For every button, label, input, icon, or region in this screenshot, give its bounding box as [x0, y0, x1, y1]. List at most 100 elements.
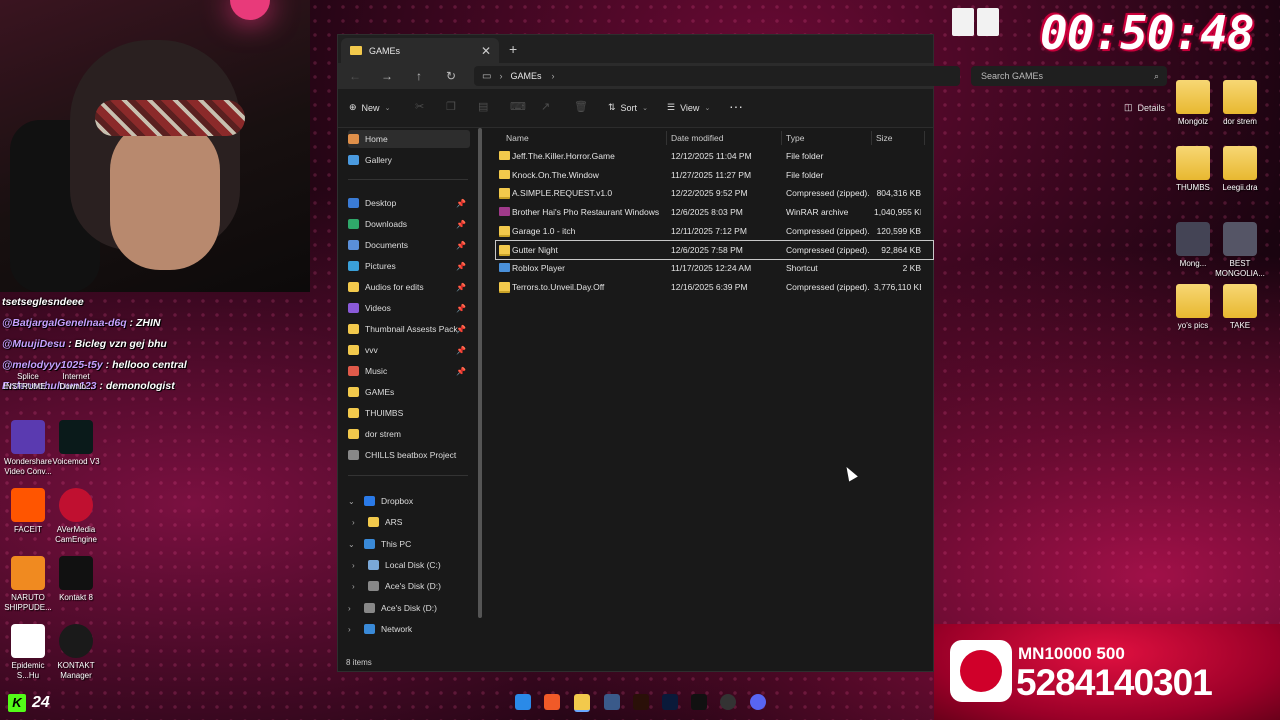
chevron-right-icon[interactable]: ›	[352, 518, 362, 527]
delete-icon[interactable]: 🗑	[574, 100, 588, 113]
back-arrow-icon[interactable]: ←	[347, 69, 363, 83]
file-row[interactable]: A.SIMPLE.REQUEST.v1.0 12/22/2025 9:52 PM C…	[496, 184, 933, 202]
pin-icon: 📌	[456, 345, 466, 355]
chevron-right-icon[interactable]: ›	[348, 604, 358, 613]
sidebar-item-gallery[interactable]: Gallery	[348, 151, 470, 169]
column-header-date[interactable]: Date modified	[671, 131, 723, 145]
sidebar-scrollbar[interactable]	[478, 128, 482, 618]
sidebar-item-label: Ace's Disk (D:)	[381, 603, 437, 613]
copy-icon[interactable]: ❐	[446, 100, 456, 113]
tab-games[interactable]: GAMEs ✕	[341, 38, 499, 63]
sidebar-item-pictures[interactable]: Pictures 📌	[348, 257, 470, 275]
sidebar-item-games[interactable]: GAMEs	[348, 383, 470, 401]
column-divider[interactable]	[781, 131, 782, 145]
chevron-right-icon: ›	[499, 71, 503, 81]
sidebar-item-network[interactable]: › Network	[348, 620, 470, 638]
column-header-size[interactable]: Size	[876, 131, 893, 145]
sidebar-item-documents[interactable]: Documents 📌	[348, 236, 470, 254]
sidebar-item-local-disk-c[interactable]: › Local Disk (C:)	[352, 556, 470, 574]
file-row[interactable]: Jeff.The.Killer.Horror.Game 12/12/2025 11…	[496, 147, 933, 165]
sidebar-item-thuimbs[interactable]: THUIMBS	[348, 404, 470, 422]
file-row[interactable]: Brother Hai's Pho Restaurant Windows 12/6…	[496, 203, 933, 221]
new-tab-icon[interactable]: +	[509, 41, 517, 57]
new-button[interactable]: ⊕ New ⌄	[349, 102, 390, 113]
image-icon	[1176, 222, 1210, 256]
file-row[interactable]: Knock.On.The.Window 11/27/2025 11:27 PM Fi…	[496, 166, 933, 184]
column-divider[interactable]	[871, 131, 872, 145]
sidebar-item-dropbox[interactable]: ⌄ Dropbox	[348, 492, 470, 510]
desktop-icon[interactable]: Leegii.dra	[1212, 146, 1268, 193]
column-divider[interactable]	[666, 131, 667, 145]
sidebar-item-downloads[interactable]: Downloads 📌	[348, 215, 470, 233]
desktop-icon[interactable]	[960, 8, 1016, 39]
chevron-right-icon[interactable]: ›	[352, 582, 362, 591]
sidebar-item-aces-disk-d[interactable]: › Ace's Disk (D:)	[352, 577, 470, 595]
kick-logo-icon: K	[8, 694, 26, 712]
desktop-icon[interactable]: TAKE	[1212, 284, 1268, 331]
desktop-icon[interactable]: Mong...	[1165, 222, 1221, 269]
folder-icon	[1223, 284, 1257, 318]
refresh-icon[interactable]: ↻	[443, 69, 459, 83]
share-icon[interactable]: ↗	[541, 100, 550, 113]
obs-icon[interactable]	[720, 694, 736, 710]
chevron-down-icon[interactable]: ⌄	[348, 540, 358, 549]
cut-icon[interactable]: ✂	[415, 100, 424, 113]
forward-arrow-icon[interactable]: →	[379, 69, 395, 83]
desktop-icon[interactable]: Voicemod V3	[48, 420, 104, 467]
up-arrow-icon[interactable]: ↑	[411, 69, 427, 83]
more-options-icon[interactable]: ···	[729, 98, 743, 114]
file-type: Shortcut	[786, 263, 818, 274]
chevron-right-icon[interactable]: ›	[348, 625, 358, 634]
column-header-name[interactable]: Name	[506, 131, 529, 145]
file-row[interactable]: Roblox Player 11/17/2025 12:24 AM Shortcut…	[496, 259, 933, 277]
ableton-live-icon[interactable]	[691, 694, 707, 710]
sidebar-item-desktop[interactable]: Desktop 📌	[348, 194, 470, 212]
sidebar-item-ars[interactable]: › ARS	[352, 513, 470, 531]
folder-icon	[348, 408, 359, 418]
sidebar-item-aces-disk-d-2[interactable]: › Ace's Disk (D:)	[348, 599, 470, 617]
sidebar-item-videos[interactable]: Videos 📌	[348, 299, 470, 317]
photoshop-icon[interactable]	[662, 694, 678, 710]
chevron-right-icon[interactable]: ›	[551, 71, 554, 81]
desktop-icon[interactable]: Internet Downlo...	[48, 372, 104, 392]
sidebar-item-vvv[interactable]: vvv 📌	[348, 341, 470, 359]
folder-icon	[499, 151, 510, 160]
sort-button[interactable]: ⇅ Sort ⌄	[608, 102, 648, 113]
sidebar-item-music[interactable]: Music 📌	[348, 362, 470, 380]
address-bar[interactable]: ▭ › GAMEs ›	[474, 66, 960, 86]
desktop-icon[interactable]: Kontakt 8	[48, 556, 104, 603]
breadcrumb-games[interactable]: GAMEs	[510, 71, 541, 81]
illustrator-icon[interactable]	[633, 694, 649, 710]
folder-icon	[1176, 284, 1210, 318]
chevron-down-icon[interactable]: ⌄	[348, 497, 358, 506]
file-row[interactable]: Gutter Night 12/6/2025 7:58 PM Compressed …	[495, 239, 934, 260]
desktop-icon[interactable]: KONTAKT Manager	[48, 624, 104, 681]
sidebar-item-thumbnail-pack[interactable]: Thumbnail Assests Pack 📌	[348, 320, 470, 338]
desktop-icon[interactable]: AVerMedia CamEngine	[48, 488, 104, 545]
file-row[interactable]: Garage 1.0 - itch 12/11/2025 7:12 PM Compr…	[496, 222, 933, 240]
gallery-icon	[348, 155, 359, 165]
brave-browser-icon[interactable]	[544, 694, 560, 710]
sidebar-item-chills[interactable]: CHILLS beatbox Project	[348, 446, 470, 464]
column-header-type[interactable]: Type	[786, 131, 804, 145]
column-divider[interactable]	[924, 131, 925, 145]
chevron-right-icon[interactable]: ›	[352, 561, 362, 570]
view-button[interactable]: ☰ View ⌄	[667, 102, 710, 113]
sidebar-item-this-pc[interactable]: ⌄ This PC	[348, 535, 470, 553]
folder-icon	[348, 345, 359, 355]
close-tab-icon[interactable]: ✕	[481, 44, 491, 58]
details-button[interactable]: ◫ Details	[1124, 102, 1165, 113]
rename-icon[interactable]: ⌨	[510, 100, 526, 113]
sidebar-item-dor-strem[interactable]: dor strem	[348, 425, 470, 443]
file-explorer-icon[interactable]	[574, 694, 590, 712]
desktop-icon[interactable]: dor strem	[1212, 80, 1268, 127]
davinci-icon[interactable]	[604, 694, 620, 710]
sidebar-item-audios[interactable]: Audios for edits 📌	[348, 278, 470, 296]
file-row[interactable]: Terrors.to.Unveil.Day.Off 12/16/2025 6:39…	[496, 278, 933, 296]
windows-start-icon[interactable]	[515, 694, 531, 710]
sidebar-item-home[interactable]: Home	[348, 130, 470, 148]
discord-icon[interactable]	[750, 694, 766, 710]
paste-icon[interactable]: ▤	[478, 100, 488, 113]
search-input[interactable]: Search GAMEs ⌕	[971, 66, 1167, 86]
sidebar-item-label: Music	[365, 366, 388, 376]
